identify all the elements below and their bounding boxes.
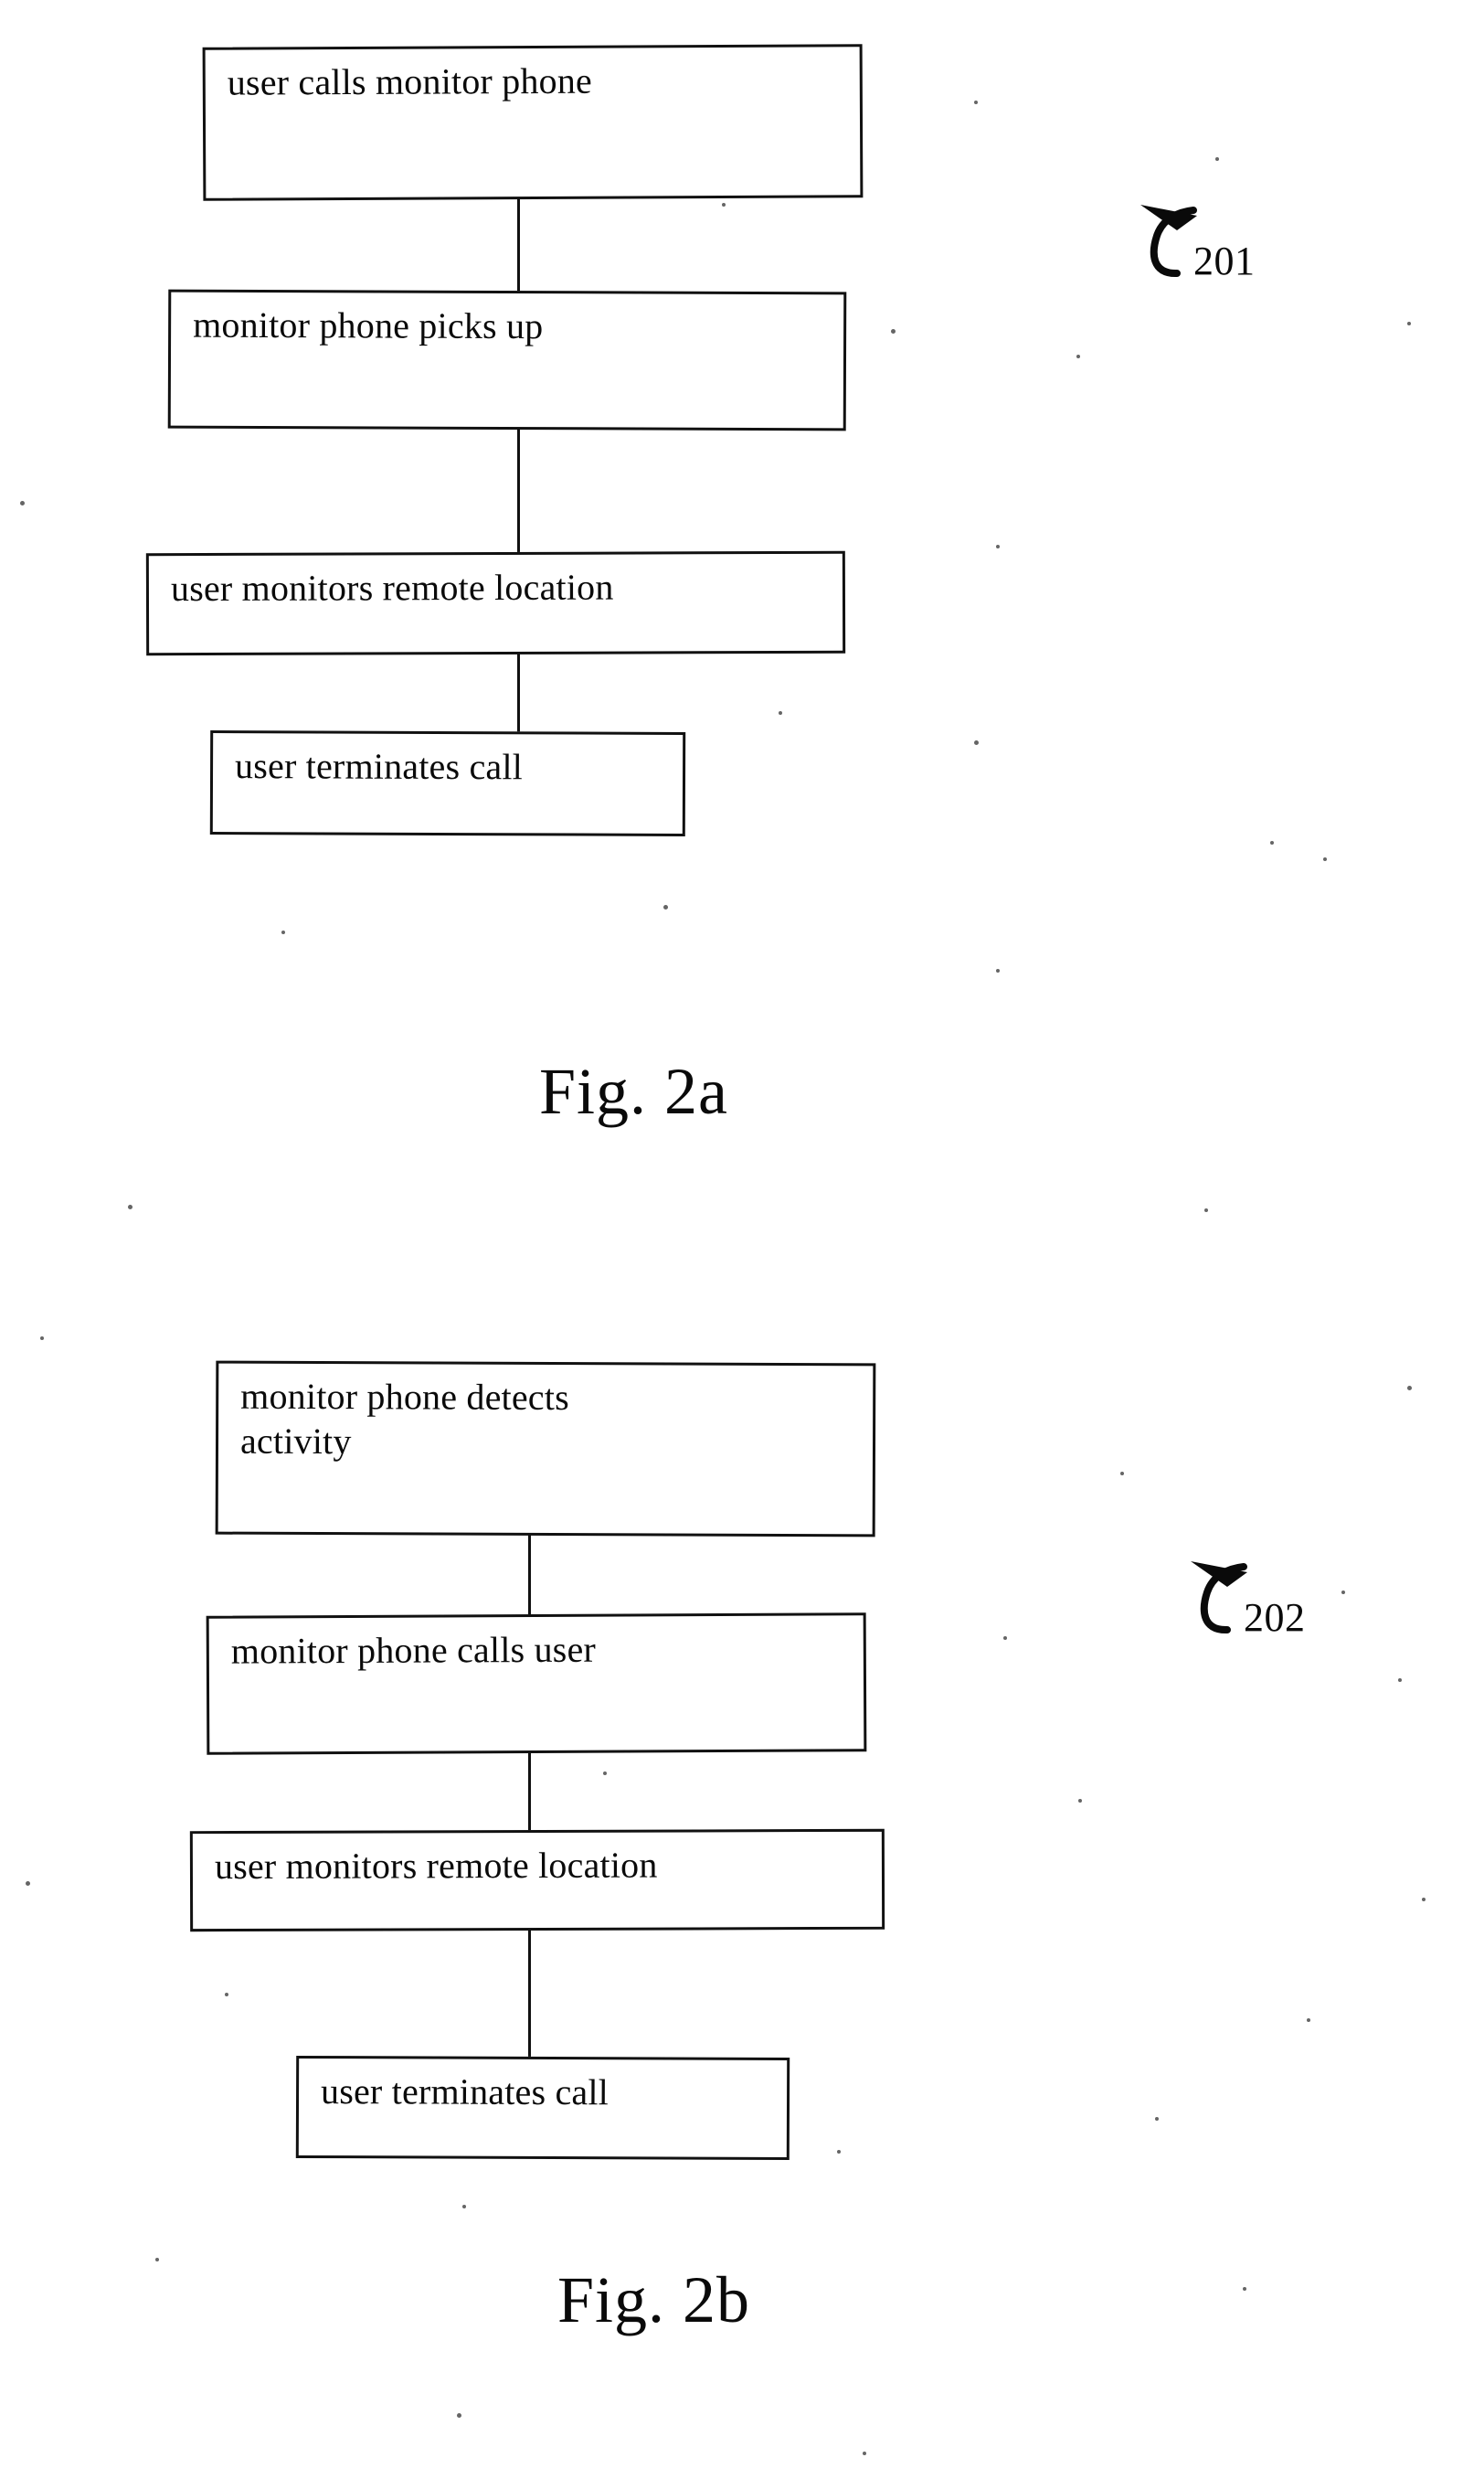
scan-speck bbox=[1407, 322, 1411, 325]
flow-box-label: user monitors remote location bbox=[214, 1844, 658, 1888]
scan-speck bbox=[1155, 2117, 1159, 2121]
scan-speck bbox=[155, 2258, 159, 2261]
figure-caption-2b: Fig. 2b bbox=[557, 2263, 751, 2336]
scan-speck bbox=[863, 2452, 866, 2455]
flow-box-user-terminates-call: user terminates call bbox=[209, 730, 686, 836]
flow-box-label: user monitors remote location bbox=[170, 566, 614, 610]
scan-speck bbox=[462, 2205, 466, 2208]
scan-speck bbox=[603, 1771, 607, 1775]
callout-arrow-icon bbox=[1191, 1561, 1247, 1634]
flow-box-monitor-phone-picks-up: monitor phone picks up bbox=[167, 289, 847, 431]
scan-speck bbox=[1076, 355, 1080, 358]
connector-2b-1 bbox=[528, 1534, 531, 1618]
scan-speck bbox=[974, 101, 978, 104]
scan-speck bbox=[1398, 1678, 1402, 1682]
scan-speck bbox=[281, 931, 285, 934]
connector-2b-3 bbox=[528, 1929, 531, 2059]
flow-box-label: monitor phone picks up bbox=[193, 303, 544, 347]
scan-speck bbox=[1341, 1591, 1345, 1594]
reference-numeral: 202 bbox=[1244, 1595, 1306, 1640]
scan-speck bbox=[128, 1205, 132, 1209]
scan-speck bbox=[891, 329, 896, 334]
flow-box-monitor-phone-calls-user: monitor phone calls user bbox=[206, 1612, 867, 1755]
flow-box-label: user terminates call bbox=[234, 745, 524, 788]
scan-speck bbox=[1407, 1386, 1412, 1390]
flow-box-user-calls-monitor-phone: user calls monitor phone bbox=[202, 44, 864, 201]
scan-speck bbox=[1078, 1799, 1082, 1803]
flow-box-user-monitors-remote-location: user monitors remote location bbox=[145, 550, 846, 656]
scan-speck bbox=[996, 545, 1000, 548]
scan-speck bbox=[1204, 1208, 1208, 1212]
callout-arrow-icon bbox=[1140, 205, 1197, 278]
scan-speck bbox=[1243, 2287, 1246, 2291]
flow-box-label: monitor phone calls user bbox=[230, 1628, 597, 1672]
scan-speck bbox=[1307, 2018, 1310, 2022]
figure-page: user calls monitor phone monitor phone p… bbox=[0, 0, 1484, 2479]
connector-2a-2 bbox=[517, 428, 520, 556]
connector-2a-1 bbox=[517, 197, 520, 296]
flow-box-monitor-phone-detects-activity: monitor phone detects activity bbox=[215, 1360, 876, 1537]
scan-speck bbox=[1215, 157, 1219, 161]
flow-box-user-monitors-remote-location-2: user monitors remote location bbox=[189, 1828, 885, 1932]
scan-speck bbox=[722, 203, 726, 207]
connector-2a-3 bbox=[517, 653, 520, 733]
scan-speck bbox=[225, 1993, 228, 1996]
scan-speck bbox=[1120, 1472, 1124, 1475]
scan-speck bbox=[40, 1336, 44, 1340]
scan-speck bbox=[20, 501, 25, 505]
scan-speck bbox=[974, 740, 979, 745]
scan-speck bbox=[1003, 1636, 1007, 1640]
reference-callout-202: 202 bbox=[1074, 1536, 1348, 1664]
scan-speck bbox=[26, 1881, 30, 1886]
scan-speck bbox=[779, 711, 782, 715]
scan-speck bbox=[837, 2150, 841, 2154]
scan-speck bbox=[1323, 857, 1327, 861]
scan-speck bbox=[457, 2413, 461, 2418]
reference-numeral: 201 bbox=[1193, 239, 1256, 283]
flow-box-label: user calls monitor phone bbox=[227, 59, 593, 103]
flow-box-label: user terminates call bbox=[320, 2070, 610, 2113]
figure-caption-2a: Fig. 2a bbox=[539, 1055, 729, 1128]
scan-speck bbox=[1422, 1898, 1426, 1901]
connector-2b-2 bbox=[528, 1751, 531, 1834]
scan-speck bbox=[663, 905, 668, 910]
reference-callout-201: 201 bbox=[1023, 179, 1298, 307]
flow-box-user-terminates-call-2: user terminates call bbox=[295, 2055, 790, 2161]
scan-speck bbox=[996, 969, 1000, 973]
scan-speck bbox=[1270, 841, 1274, 845]
flow-box-label: monitor phone detects activity bbox=[239, 1375, 569, 1462]
